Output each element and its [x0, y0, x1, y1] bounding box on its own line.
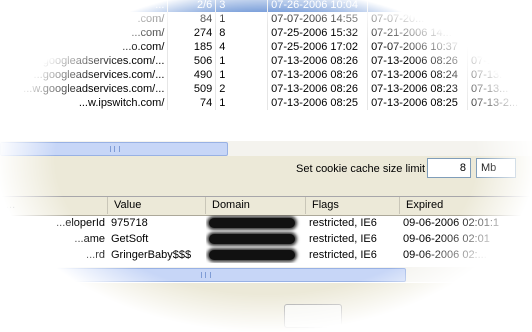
cookie-accessed: 07-07-2006 10:37	[367, 40, 469, 54]
cache-unit-select[interactable]: Mb	[476, 158, 516, 178]
cookie-manager-window: ... 2/6 3 07-26-2006 10:04 .com/84 1 07-07-200…	[0, 0, 532, 332]
value-domain	[206, 215, 306, 231]
cookie-created: 07-25-2006 15:32	[267, 26, 369, 40]
cookie-accessed: 07-13-2006 08:23	[367, 82, 469, 96]
value-name: ...ame	[74, 233, 105, 245]
cookie-site: ...googleadservices.com/...	[0, 54, 169, 68]
values-table: ...eloperId 975718 restricted, IE6 09-06-20…	[0, 215, 532, 263]
cookie-size: 490	[167, 68, 217, 82]
cookie-count: 2	[215, 82, 269, 96]
cache-size-bar: Set cookie cache size limit 8 Mb	[0, 155, 532, 185]
cookie-accessed: 07-13-2006 08:24	[367, 68, 469, 82]
value-expired: 09-06-2006 02:01	[403, 233, 490, 245]
cookie-site: ...googleadservices.com/...	[0, 68, 169, 82]
cookie-row[interactable]: ...w.googleadservices.com/... 509 2 07-13-2…	[0, 82, 532, 96]
cookie-created: 07-07-2006 14:55	[267, 12, 369, 26]
cookie-count: 1	[215, 68, 269, 82]
cookie-created: 07-13-2006 08:26	[267, 68, 369, 82]
cookie-extra: 07-1...	[467, 54, 532, 68]
cookie-size: 2/6	[167, 0, 217, 12]
value-expired: 09-06-2006 02:01:1	[403, 217, 500, 229]
cookie-site: ...	[0, 0, 169, 12]
column-header-flags[interactable]: Flags	[306, 197, 400, 214]
cookie-count: 3	[215, 0, 269, 12]
cookie-site: .com/	[0, 12, 169, 26]
value-domain	[206, 231, 306, 247]
cookie-site: ...com/	[0, 26, 169, 40]
cache-size-label: Set cookie cache size limit	[296, 163, 425, 175]
values-header: ... Value Domain Flags Expired	[0, 197, 532, 216]
cookies-table: ... 2/6 3 07-26-2006 10:04 .com/84 1 07-07-200…	[0, 0, 532, 110]
column-header-value[interactable]: Value	[108, 197, 206, 214]
cookie-size: 509	[167, 82, 217, 96]
value-row[interactable]: ...ame GetSoft restricted, IE6 09-06-2006 0…	[0, 231, 532, 247]
column-header-expired[interactable]: Expired	[400, 197, 532, 214]
cookie-created: 07-25-2006 17:02	[267, 40, 369, 54]
cookie-extra: 07-13-2...	[467, 96, 532, 110]
value-data: GringerBaby$$$	[111, 249, 192, 261]
cookie-size: 185	[167, 40, 217, 54]
cookie-extra	[467, 40, 532, 54]
redacted-domain	[209, 250, 295, 261]
cookie-count: 1	[215, 12, 269, 26]
cookie-created: 07-13-2006 08:26	[267, 82, 369, 96]
value-name: ...rd	[86, 249, 105, 261]
cookie-site: ...o.com/	[0, 40, 169, 54]
cookies-list[interactable]: ... 2/6 3 07-26-2006 10:04 .com/84 1 07-07-200…	[0, 0, 532, 140]
cookie-row[interactable]: ...googleadservices.com/... 506 1 07-13-200…	[0, 54, 532, 68]
cookie-accessed: 07-13-2006 08:26	[367, 54, 469, 68]
cookie-extra: 07-13...	[467, 68, 532, 82]
redacted-domain	[209, 234, 295, 245]
cookie-row[interactable]: ... 2/6 3 07-26-2006 10:04	[0, 0, 532, 12]
grip-icon	[201, 272, 211, 278]
cookie-extra	[467, 0, 532, 12]
cache-size-input[interactable]: 8	[427, 158, 471, 178]
value-flags: restricted, IE6	[309, 249, 377, 261]
cookie-count: 8	[215, 26, 269, 40]
value-flags: restricted, IE6	[309, 233, 377, 245]
cookie-count: 1	[215, 96, 269, 110]
cookie-created: 07-26-2006 10:04	[267, 0, 369, 12]
cookie-count: 4	[215, 40, 269, 54]
cookie-size: 84	[167, 12, 217, 26]
column-header-domain[interactable]: Domain	[206, 197, 306, 214]
cookie-row[interactable]: ...googleadservices.com/... 490 1 07-13-200…	[0, 68, 532, 82]
cookie-site: ...w.googleadservices.com/...	[0, 82, 169, 96]
value-expired: 09-06-2006 02:...	[403, 249, 487, 261]
cookie-created: 07-13-2006 08:26	[267, 54, 369, 68]
value-row[interactable]: ...rd GringerBaby$$$ restricted, IE6 09-06-…	[0, 247, 532, 263]
cookie-site: ...w.ipswitch.com/	[0, 96, 169, 110]
cookie-row[interactable]: ...o.com/185 4 07-25-2006 17:02 07-07-2006 …	[0, 40, 532, 54]
dialog-button[interactable]	[284, 304, 342, 328]
value-data: GetSoft	[111, 233, 149, 245]
scrollbar-thumb[interactable]	[4, 268, 406, 282]
cookies-horizontal-scrollbar[interactable]	[0, 140, 532, 156]
cookie-extra	[467, 12, 532, 26]
value-data: 975718	[111, 217, 148, 229]
cookie-accessed: 07-07-20...	[367, 12, 469, 26]
values-horizontal-scrollbar[interactable]	[0, 266, 532, 282]
scrollbar-thumb[interactable]	[0, 142, 228, 156]
cookie-size: 274	[167, 26, 217, 40]
cookie-extra	[467, 26, 532, 40]
cookie-accessed: 07-21-2006 14...	[367, 26, 469, 40]
cookie-size: 506	[167, 54, 217, 68]
grip-icon	[110, 146, 120, 152]
cookie-row[interactable]: .com/84 1 07-07-2006 14:55 07-07-20...	[0, 12, 532, 26]
cookie-row[interactable]: ...com/274 8 07-25-2006 15:32 07-21-2006 14…	[0, 26, 532, 40]
column-header-name[interactable]: ...	[0, 197, 108, 214]
cookie-count: 1	[215, 54, 269, 68]
cookie-created: 07-13-2006 08:25	[267, 96, 369, 110]
cookie-accessed: 07-13-2006 08:25	[367, 96, 469, 110]
value-flags: restricted, IE6	[309, 217, 377, 229]
cookie-accessed	[367, 0, 469, 12]
value-domain	[206, 247, 306, 263]
cookie-extra: 07-13...	[467, 82, 532, 96]
cookie-size: 74	[167, 96, 217, 110]
value-row[interactable]: ...eloperId 975718 restricted, IE6 09-06-20…	[0, 215, 532, 231]
value-name: ...eloperId	[56, 217, 105, 229]
redacted-domain	[209, 218, 295, 229]
cookie-row[interactable]: ...w.ipswitch.com/74 1 07-13-2006 08:25 07-…	[0, 96, 532, 110]
